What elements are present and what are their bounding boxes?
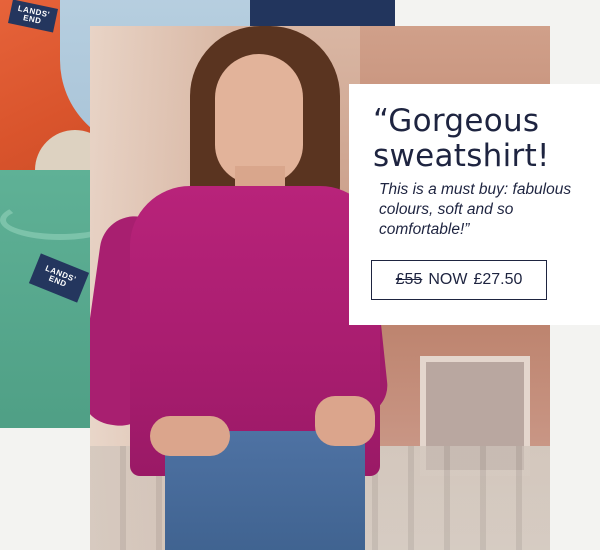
model-hand-left (150, 416, 230, 456)
now-label: NOW (428, 271, 468, 288)
quote-body: This is a must buy: fabulous colours, so… (379, 181, 572, 238)
old-price: £55 (395, 271, 423, 288)
quote-title-line2: sweatshirt! (373, 138, 550, 174)
review-quote-card: “Gorgeous sweatshirt! This is a must buy… (349, 84, 600, 325)
price-button[interactable]: £55 NOW £27.50 (371, 260, 547, 300)
new-price: £27.50 (473, 271, 523, 288)
model-hand-right (315, 396, 375, 446)
model-face (215, 54, 303, 184)
quote-title: “Gorgeous sweatshirt! (373, 104, 578, 174)
quote-title-line1: “Gorgeous (373, 103, 540, 139)
